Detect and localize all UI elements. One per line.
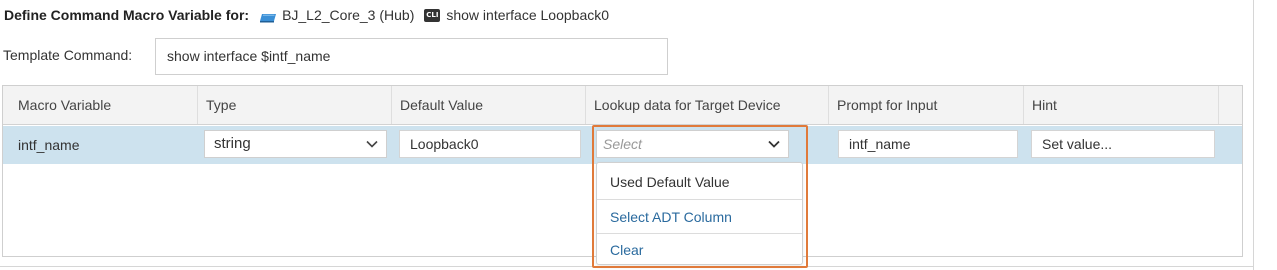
device-name-link[interactable]: BJ_L2_Core_3 (Hub) (282, 7, 414, 23)
template-command-input[interactable]: show interface $intf_name (155, 38, 668, 75)
type-select-value: string (214, 135, 251, 152)
template-command-label: Template Command: (3, 47, 133, 63)
lookup-highlight-frame (592, 125, 808, 268)
column-header-lookup-data[interactable]: Lookup data for Target Device (586, 86, 829, 124)
column-header-default-value[interactable]: Default Value (392, 86, 586, 124)
chevron-down-icon (366, 140, 378, 148)
column-header-type[interactable]: Type (198, 86, 392, 124)
cli-icon: CLI (424, 8, 441, 22)
hint-input[interactable]: Set value... (1031, 130, 1215, 158)
default-value-input[interactable]: Loopback0 (399, 130, 581, 158)
macro-header: Define Command Macro Variable for: BJ_L2… (4, 5, 609, 25)
prompt-for-input-field[interactable]: intf_name (838, 130, 1018, 158)
panel-right-border (1253, 0, 1254, 270)
type-select[interactable]: string (204, 130, 387, 158)
macro-variable-name: intf_name (18, 137, 80, 153)
column-header-hint[interactable]: Hint (1024, 86, 1219, 124)
page-title: Define Command Macro Variable for: (4, 7, 250, 23)
grid-header: Macro Variable Type Default Value Lookup… (3, 86, 1242, 125)
column-header-macro-variable[interactable]: Macro Variable (3, 86, 198, 124)
device-icon (259, 10, 277, 23)
column-header-prompt-for-input[interactable]: Prompt for Input (829, 86, 1024, 124)
cli-command-text: show interface Loopback0 (446, 7, 610, 23)
